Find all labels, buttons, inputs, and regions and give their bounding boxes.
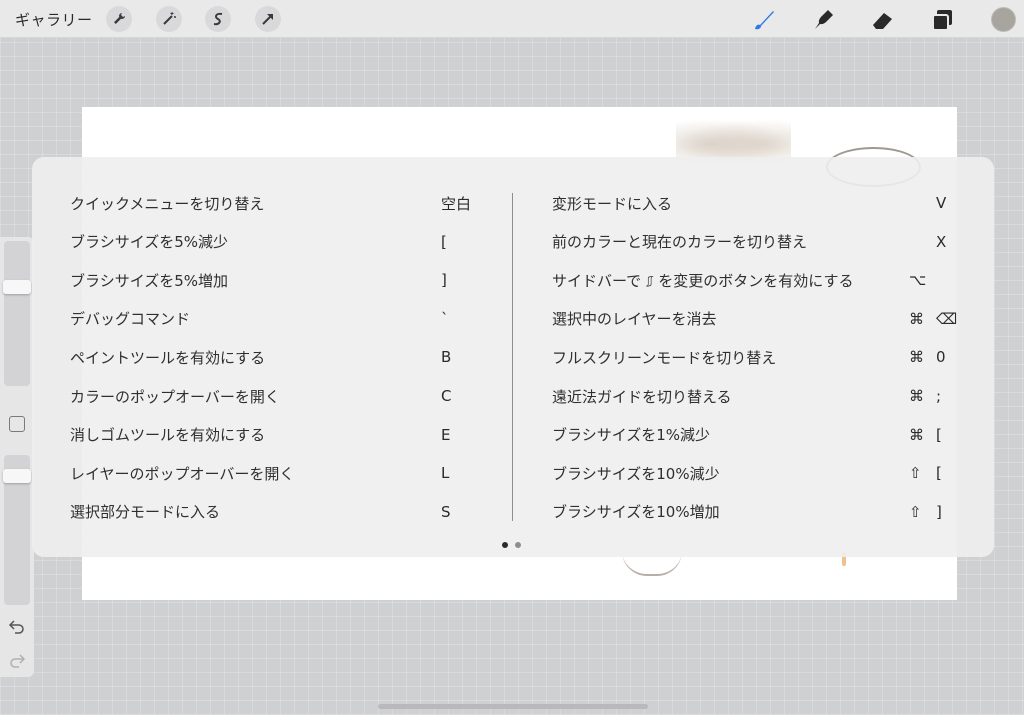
shortcut-label: 遠近法ガイドを切り替える (552, 387, 732, 406)
magic-wand-icon[interactable] (156, 6, 182, 32)
shortcut-key: ] (936, 502, 942, 521)
shortcut-key: S (441, 502, 451, 521)
shortcut-label: クイックメニューを切り替え (70, 194, 265, 213)
brush-icon[interactable] (750, 6, 778, 34)
layers-icon[interactable] (929, 6, 957, 34)
shortcut-label: 選択部分モードに入る (70, 503, 221, 522)
shortcut-row: ブラシサイズを1%減少 (552, 423, 710, 447)
shortcut-key: ⌫ (936, 309, 958, 328)
modifier-key: ⌘ (909, 348, 924, 367)
shortcut-row: 遠近法ガイドを切り替える (552, 384, 732, 408)
shortcut-row: デバッグコマンド (70, 307, 190, 331)
shortcut-key: [ (441, 232, 447, 251)
shortcut-label: 選択中のレイヤーを消去 (552, 310, 717, 329)
shortcut-row: カラーのポップオーバーを開く (70, 384, 280, 408)
shortcut-row: サイドバーで ⎎ を変更のボタンを有効にする (552, 268, 853, 292)
shortcut-key: [ (936, 464, 942, 483)
left-sidebar (0, 237, 34, 677)
shortcut-key: ⌥ (909, 271, 927, 290)
shortcut-label: サイドバーで ⎎ を変更のボタンを有効にする (552, 271, 854, 290)
shortcut-row: ブラシサイズを5%増加 (70, 268, 228, 292)
top-toolbar: ギャラリー (0, 0, 1024, 38)
shortcut-key: L (441, 464, 450, 483)
gallery-button[interactable]: ギャラリー (15, 9, 93, 30)
shortcut-row: 選択部分モードに入る (70, 500, 220, 524)
shortcut-label: 消しゴムツールを有効にする (70, 426, 266, 445)
shortcut-key: B (441, 348, 452, 367)
shortcut-key: E (441, 425, 451, 444)
shortcut-key: ] (441, 271, 447, 290)
shortcut-row: ブラシサイズを10%減少 (552, 461, 720, 485)
column-divider (512, 193, 513, 521)
modifier-key: ⇧ (909, 464, 922, 483)
modifier-key: ⌘ (909, 387, 924, 405)
modifier-key: ⌘ (909, 309, 924, 328)
shortcut-key: C (441, 387, 452, 405)
eraser-icon[interactable] (869, 6, 897, 34)
redo-icon[interactable] (8, 651, 26, 669)
shortcut-label: ブラシサイズを5%増加 (70, 271, 229, 290)
opacity-slider[interactable] (3, 455, 31, 605)
transform-arrow-icon[interactable] (255, 6, 281, 32)
shortcut-label: 前のカラーと現在のカラーを切り替え (552, 233, 808, 252)
shortcut-label: ペイントツールを有効にする (70, 348, 266, 367)
home-indicator[interactable] (378, 704, 648, 709)
shortcut-label: カラーのポップオーバーを開く (70, 387, 280, 406)
page-indicator[interactable] (502, 542, 521, 548)
shortcut-label: デバッグコマンド (70, 310, 191, 329)
undo-icon[interactable] (8, 617, 26, 635)
shortcut-row: フルスクリーンモードを切り替え (552, 345, 776, 369)
shortcut-row: 変形モードに入る (552, 191, 672, 215)
shortcut-row: レイヤーのポップオーバーを開く (70, 461, 294, 485)
shortcut-label: 変形モードに入る (552, 194, 673, 213)
shortcut-row: ブラシサイズを5%減少 (70, 230, 228, 254)
shortcut-label: ブラシサイズを10%増加 (552, 503, 720, 522)
page-dot[interactable] (502, 542, 508, 548)
modify-button[interactable] (9, 416, 25, 432)
shortcut-key: ` (441, 309, 449, 328)
shortcut-label: フルスクリーンモードを切り替え (552, 348, 777, 367)
shortcut-key: ; (936, 387, 942, 405)
shortcut-row: ブラシサイズを10%増加 (552, 500, 720, 524)
shortcut-row: 前のカラーと現在のカラーを切り替え (552, 230, 807, 254)
shortcut-label: レイヤーのポップオーバーを開く (70, 464, 295, 483)
keyboard-shortcuts-panel: クイックメニューを切り替え 空白ブラシサイズを5%減少 [ ブラシサイズを5%増加] デ… (32, 157, 994, 557)
modifier-key: ⇧ (909, 502, 922, 521)
modifier-key: ⌘ (909, 425, 924, 444)
smudge-icon[interactable] (809, 6, 837, 34)
shortcut-row: ペイントツールを有効にする (70, 345, 265, 369)
shortcut-row: 選択中のレイヤーを消去 (552, 307, 717, 331)
shortcut-key: [ (936, 425, 942, 444)
shortcut-key: 空白 (441, 194, 472, 213)
shortcut-key: V (936, 194, 947, 212)
shortcut-label: ブラシサイズを1%減少 (552, 426, 711, 445)
wrench-icon[interactable] (106, 6, 132, 32)
shortcut-label: ブラシサイズを5%減少 (70, 233, 229, 252)
shortcut-row: クイックメニューを切り替え (70, 191, 264, 215)
selection-icon[interactable] (205, 6, 231, 32)
brush-size-thumb[interactable] (3, 280, 31, 294)
shortcut-key: X (936, 232, 947, 251)
shortcut-label: ブラシサイズを10%減少 (552, 464, 720, 483)
page-dot[interactable] (515, 542, 521, 548)
shortcut-key: 0 (936, 348, 946, 367)
current-color-swatch[interactable] (991, 7, 1016, 32)
brush-size-slider[interactable] (3, 241, 31, 386)
opacity-thumb[interactable] (3, 469, 31, 483)
shortcut-row: 消しゴムツールを有効にする (70, 423, 265, 447)
